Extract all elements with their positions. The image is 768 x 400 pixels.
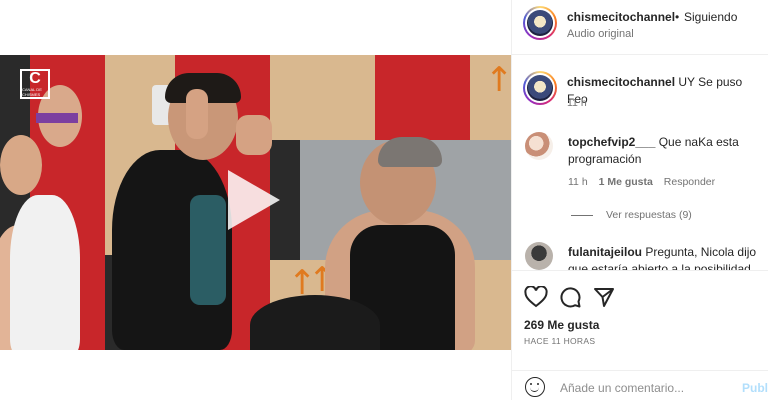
headband bbox=[36, 113, 78, 123]
comment-age: 11 h bbox=[568, 176, 588, 188]
comment-icon[interactable] bbox=[559, 286, 581, 308]
send-icon[interactable] bbox=[593, 286, 615, 308]
post-timestamp[interactable]: HACE 11 HORAS bbox=[524, 336, 595, 346]
raised-hand bbox=[236, 115, 272, 155]
caption-username[interactable]: chismecitochannel bbox=[567, 75, 675, 89]
reply-button[interactable]: Responder bbox=[664, 176, 715, 188]
comment-meta: 11 h 1 Me gusta Responder bbox=[568, 176, 723, 188]
emoji-icon[interactable] bbox=[525, 377, 545, 397]
likes-count[interactable]: 269 Me gusta bbox=[524, 318, 599, 332]
comment-text-row: topchefvip2___ Que naKa esta programació… bbox=[568, 134, 758, 168]
comment-text-row: fulanitajeilou Pregunta, Nicola dijo que… bbox=[568, 244, 758, 270]
publish-button[interactable]: Publi bbox=[742, 381, 768, 395]
foreground-head bbox=[250, 295, 380, 350]
comment-username[interactable]: fulanitajeilou bbox=[568, 245, 642, 259]
person-left-white-shirt bbox=[10, 195, 80, 350]
comment-input[interactable]: Añade un comentario... bbox=[560, 381, 684, 395]
comment-username[interactable]: topchefvip2___ bbox=[568, 135, 655, 149]
person-head bbox=[0, 135, 42, 195]
header-separator: • bbox=[675, 10, 680, 24]
add-comment-bar: Añade un comentario... Publi bbox=[512, 370, 768, 400]
play-icon[interactable] bbox=[228, 170, 280, 230]
comments-list[interactable]: chismecitochannel UY Se puso Feo 11 h to… bbox=[512, 56, 768, 271]
post-header: chismecitochannel • Siguiendo Audio orig… bbox=[512, 0, 768, 55]
replies-line bbox=[571, 215, 593, 216]
view-replies-button[interactable]: Ver respuestas (9) bbox=[606, 209, 692, 221]
grey-hair bbox=[378, 137, 442, 167]
follow-status-button[interactable]: Siguiendo bbox=[684, 10, 737, 24]
arrow-decoration: ↑ bbox=[485, 60, 511, 100]
post-side-panel: chismecitochannel • Siguiendo Audio orig… bbox=[511, 0, 768, 400]
commenter-avatar[interactable] bbox=[525, 242, 553, 270]
audio-label[interactable]: Audio original bbox=[567, 28, 634, 40]
avatar[interactable] bbox=[523, 6, 557, 40]
instagram-post-page: ↑ ↑ ↑ C CANAL DE CHISMES chismecitochann… bbox=[0, 0, 768, 400]
video-player[interactable]: ↑ ↑ ↑ C CANAL DE CHISMES bbox=[0, 55, 511, 350]
heart-icon[interactable] bbox=[524, 286, 548, 308]
raised-hand bbox=[186, 89, 208, 139]
channel-watermark: C CANAL DE CHISMES bbox=[20, 69, 50, 99]
commenter-avatar[interactable] bbox=[525, 132, 553, 160]
shirt-print bbox=[190, 195, 226, 305]
wood-panel-top bbox=[270, 55, 375, 140]
red-wall-right bbox=[375, 55, 470, 140]
caption-age: 11 h bbox=[567, 97, 587, 109]
caption-text-row: chismecitochannel UY Se puso Feo bbox=[567, 74, 757, 108]
comment-likes[interactable]: 1 Me gusta bbox=[599, 176, 653, 188]
avatar[interactable] bbox=[523, 71, 557, 105]
post-author-username[interactable]: chismecitochannel bbox=[567, 10, 675, 24]
